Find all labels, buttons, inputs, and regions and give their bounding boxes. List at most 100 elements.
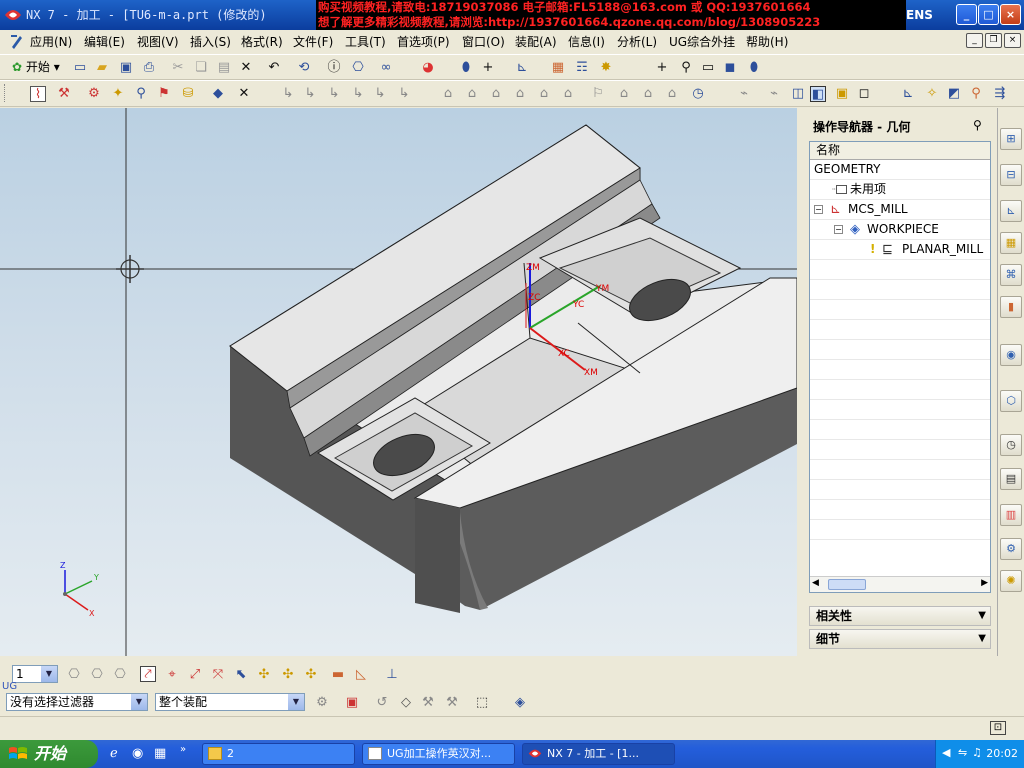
open-folder-icon[interactable]: ▰	[94, 60, 110, 76]
column-header-name[interactable]: 名称	[810, 142, 990, 160]
tree-row-planar-mill[interactable]: ! ⊑ PLANAR_MILL	[810, 240, 990, 260]
follow-curves-icon[interactable]: ⚒	[444, 695, 460, 711]
snap-mid-icon[interactable]: ◩	[946, 86, 962, 102]
tray-volume-icon[interactable]: ♫	[972, 746, 982, 759]
snap-end-icon[interactable]: ✧	[924, 86, 940, 102]
print-icon[interactable]: ⎙	[141, 60, 157, 76]
assembly-navigator-tab-icon[interactable]: ⊞	[1000, 128, 1022, 150]
panel-dependencies[interactable]: 相关性 ▼	[809, 606, 991, 626]
tree-row-unused[interactable]: ┈ 未用项	[810, 180, 990, 200]
menu-application[interactable]: 应用(N)	[30, 33, 72, 50]
selection-scope-select[interactable]: 整个装配 ▼	[155, 693, 305, 711]
tree-row-workpiece[interactable]: − ◈ WORKPIECE	[810, 220, 990, 240]
menu-file[interactable]: 文件(F)	[293, 33, 333, 50]
machine-view-icon[interactable]: ⛁	[180, 86, 196, 102]
generate-toolpath-icon[interactable]: ↳	[280, 86, 296, 102]
view-ops-icon[interactable]: ◫	[790, 86, 806, 102]
windows-start-button[interactable]: 开始	[0, 740, 98, 768]
snap-point-icon[interactable]: ⊾	[900, 86, 916, 102]
collapse-toggle-icon[interactable]: −	[834, 225, 843, 234]
snap-feature-icon[interactable]: ✣	[256, 667, 272, 683]
move-to-layer-icon[interactable]: ⎔	[89, 667, 105, 683]
render-style-icon[interactable]: ▣	[834, 86, 850, 102]
point-icon[interactable]: +	[480, 60, 496, 76]
block-icon[interactable]: ◼	[722, 60, 738, 76]
minimize-button[interactable]: _	[956, 4, 977, 25]
create-program-icon[interactable]: ⌇	[30, 86, 46, 102]
ie-icon[interactable]: ℯ	[110, 746, 118, 761]
replay-toolpath-icon[interactable]: ↳	[302, 86, 318, 102]
fit-view-icon[interactable]: ⊡	[990, 721, 1006, 735]
snap-grid-icon[interactable]: ⌖	[164, 667, 180, 683]
roles-tab-icon[interactable]: ▤	[1000, 468, 1022, 490]
snap-vector-icon[interactable]: ⤧	[210, 667, 226, 683]
cylinder-icon[interactable]: ⬮	[746, 60, 762, 76]
close-button[interactable]: ×	[1000, 4, 1021, 25]
horizontal-scrollbar[interactable]: ◀ ▶	[810, 576, 990, 592]
cut-icon[interactable]: ✂	[170, 60, 186, 76]
snap-center-icon[interactable]: ⚲	[968, 86, 984, 102]
create-geometry-icon[interactable]: ⚙	[86, 86, 102, 102]
graphics-window[interactable]: ZM ZC YM YC XC XM Z Y X	[0, 108, 797, 656]
delete-operation-icon[interactable]: ✕	[236, 86, 252, 102]
program-view-icon[interactable]: ⚑	[156, 86, 172, 102]
menu-ug-plugin[interactable]: UG综合外挂	[669, 33, 735, 50]
create-operation-icon[interactable]: ⚲	[133, 86, 149, 102]
wcs-dynamics-icon[interactable]: ⊥	[384, 667, 400, 683]
scrollbar-thumb[interactable]	[828, 579, 866, 590]
deselect-icon[interactable]: ↺	[374, 695, 390, 711]
shop-doc-icon[interactable]: ⌂	[440, 86, 456, 102]
menu-view[interactable]: 视图(V)	[137, 33, 179, 50]
info-icon[interactable]: ⓘ	[326, 60, 342, 76]
palette-tab-icon[interactable]: ▥	[1000, 504, 1022, 526]
process-studio-tab-icon[interactable]: ⬡	[1000, 390, 1022, 412]
simulate-machine-icon[interactable]: ↳	[372, 86, 388, 102]
paint-icon[interactable]: ✸	[598, 60, 614, 76]
menu-analysis[interactable]: 分析(L)	[617, 33, 657, 50]
datum-csys-icon[interactable]: ⊾	[514, 60, 530, 76]
post-process-icon[interactable]: ↳	[396, 86, 412, 102]
doc-close-button[interactable]: ×	[1004, 33, 1021, 48]
selection-intent-icon[interactable]: ⚒	[420, 695, 436, 711]
select-all-icon[interactable]: ▣	[344, 695, 360, 711]
layer-icon[interactable]: ☶	[574, 60, 590, 76]
menu-format[interactable]: 格式(R)	[241, 33, 283, 50]
task-button-nx[interactable]: NX 7 - 加工 - [1...	[522, 743, 675, 765]
model-view-icon[interactable]: ◈	[512, 695, 528, 711]
undo-icon[interactable]: ↶	[266, 60, 282, 76]
new-file-icon[interactable]: ▭	[72, 60, 88, 76]
clock-icon[interactable]: ◷	[690, 86, 706, 102]
display-mode-icon[interactable]: ◧	[810, 86, 826, 102]
measure-angle-icon[interactable]: ◺	[353, 667, 369, 683]
output-cls-icon[interactable]: ⌂	[464, 86, 480, 102]
rectangle-icon[interactable]: ▭	[700, 60, 716, 76]
task-button-folder[interactable]: 2	[202, 743, 355, 765]
batch-process-icon[interactable]: ⌂	[488, 86, 504, 102]
verify-toolpath-icon[interactable]: ↳	[350, 86, 366, 102]
type-filter-select[interactable]: 没有选择过滤器 ▼	[6, 693, 148, 711]
invert-selection-icon[interactable]: ◇	[398, 695, 414, 711]
part-navigator-tab-icon[interactable]: ⊟	[1000, 164, 1022, 186]
menu-information[interactable]: 信息(I)	[568, 33, 605, 50]
pin-icon[interactable]: ⚲	[973, 118, 987, 132]
list-toolpath-icon[interactable]: ↳	[326, 86, 342, 102]
tray-network-icon[interactable]: ⇋	[958, 746, 967, 759]
operation-navigator-tab-icon[interactable]: ⊾	[1000, 200, 1022, 222]
copy-icon[interactable]: ❏	[193, 60, 209, 76]
menu-window[interactable]: 窗口(O)	[462, 33, 505, 50]
panel-details[interactable]: 细节 ▼	[809, 629, 991, 649]
menu-insert[interactable]: 插入(S)	[190, 33, 231, 50]
view-frame-icon[interactable]: ◻	[856, 86, 872, 102]
snap-face-icon[interactable]: ✣	[280, 667, 296, 683]
start-button[interactable]: ✿ 开始 ▾	[12, 58, 60, 76]
show-desktop-icon[interactable]: ▦	[154, 746, 166, 761]
rectangle-select-icon[interactable]: ⬚	[474, 695, 490, 711]
tool-path-icon[interactable]: ⚐	[590, 86, 606, 102]
csys-tool-icon[interactable]: ⌁	[736, 86, 752, 102]
feature-icon[interactable]: ⬮	[458, 60, 474, 76]
tool-display-icon[interactable]: ⌂	[664, 86, 680, 102]
task-button-document[interactable]: UG加工操作英汉对...	[362, 743, 515, 765]
tree-row-geometry[interactable]: GEOMETRY	[810, 160, 990, 180]
wcs-orient-icon[interactable]: ⌁	[766, 86, 782, 102]
object-display-icon[interactable]: ⌂	[536, 86, 552, 102]
